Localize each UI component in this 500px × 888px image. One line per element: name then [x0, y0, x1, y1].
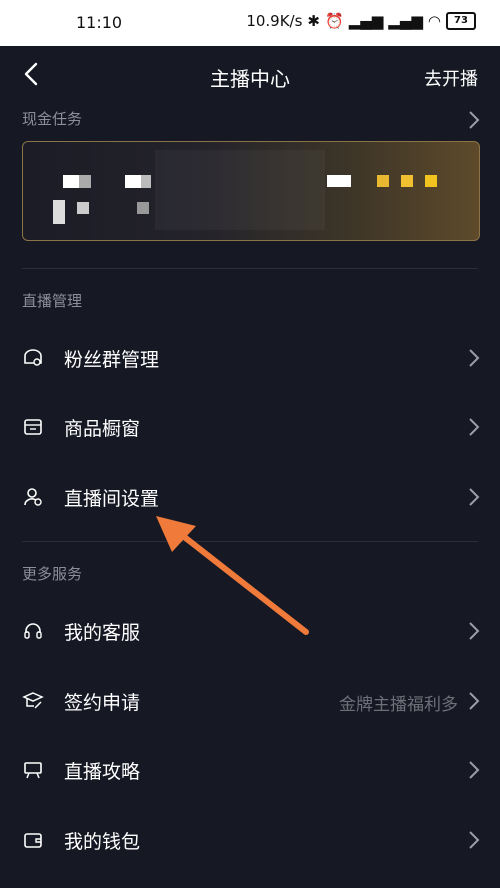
pixelated-block — [377, 175, 389, 187]
pixelated-block — [53, 200, 65, 224]
presentation-board-icon — [24, 762, 42, 779]
pixelated-block — [425, 175, 437, 187]
wifi-icon: ◠ — [427, 12, 441, 30]
pixelated-block — [79, 175, 91, 188]
fan-group-icon — [24, 349, 42, 366]
alarm-icon: ⏰ — [325, 12, 344, 30]
product-showcase-row[interactable]: 商品橱窗 — [0, 397, 500, 457]
headset-icon — [24, 623, 42, 639]
live-guide-row[interactable]: 直播攻略 — [0, 740, 500, 800]
more-services-label: 更多服务 — [22, 565, 83, 583]
cash-tasks-chevron-icon[interactable] — [468, 110, 480, 130]
row-label: 直播攻略 — [64, 761, 141, 783]
row-label: 我的钱包 — [64, 831, 141, 853]
chevron-right-icon — [469, 761, 480, 779]
row-label: 商品橱窗 — [64, 418, 141, 440]
status-bar: 11:10 10.9K/s ✱ ⏰ ▂▄▆ ▂▄▆ ◠ 73 — [0, 0, 500, 46]
store-icon — [24, 419, 42, 435]
chevron-right-icon — [469, 692, 480, 710]
pixelated-block — [141, 175, 151, 188]
pixelated-block — [155, 150, 325, 230]
cash-task-banner[interactable] — [22, 141, 480, 241]
status-indicators: 10.9K/s ✱ ⏰ ▂▄▆ ▂▄▆ ◠ 73 — [246, 12, 476, 30]
pixelated-block — [77, 202, 89, 214]
status-time: 11:10 — [76, 13, 123, 32]
cash-tasks-label: 现金任务 — [22, 110, 83, 128]
pixelated-block — [63, 175, 79, 188]
live-management-label: 直播管理 — [22, 292, 83, 310]
graduation-cap-icon — [22, 692, 44, 709]
go-live-button[interactable]: 去开播 — [424, 65, 478, 91]
row-label: 直播间设置 — [64, 488, 160, 510]
gold-anchor-promo-text: 金牌主播福利多 — [339, 695, 458, 715]
row-label: 我的客服 — [64, 622, 141, 644]
chevron-right-icon — [469, 831, 480, 849]
contract-application-row[interactable]: 签约申请 金牌主播福利多 — [0, 671, 500, 731]
fan-group-management-row[interactable]: 粉丝群管理 — [0, 328, 500, 388]
user-settings-icon — [24, 488, 42, 506]
chevron-right-icon — [469, 418, 480, 436]
divider — [22, 268, 478, 269]
chevron-right-icon — [469, 622, 480, 640]
my-wallet-row[interactable]: 我的钱包 — [0, 810, 500, 870]
chevron-right-icon — [469, 488, 480, 506]
signal-hd-icon: ▂▄▆ — [388, 12, 423, 30]
pixelated-block — [125, 175, 141, 188]
pixelated-block — [401, 175, 413, 187]
pixelated-block — [137, 202, 149, 214]
wallet-icon — [24, 833, 42, 848]
pixelated-block — [327, 175, 351, 187]
row-label: 粉丝群管理 — [64, 349, 160, 371]
battery-icon: 73 — [446, 12, 476, 30]
chevron-right-icon — [469, 349, 480, 367]
row-label: 签约申请 — [64, 692, 141, 714]
bluetooth-icon: ✱ — [307, 12, 320, 30]
network-speed: 10.9K/s — [246, 12, 303, 30]
signal-icon: ▂▄▆ — [348, 12, 384, 30]
annotation-arrow-icon — [156, 516, 309, 635]
nav-bar: 主播中心 去开播 — [0, 46, 500, 106]
